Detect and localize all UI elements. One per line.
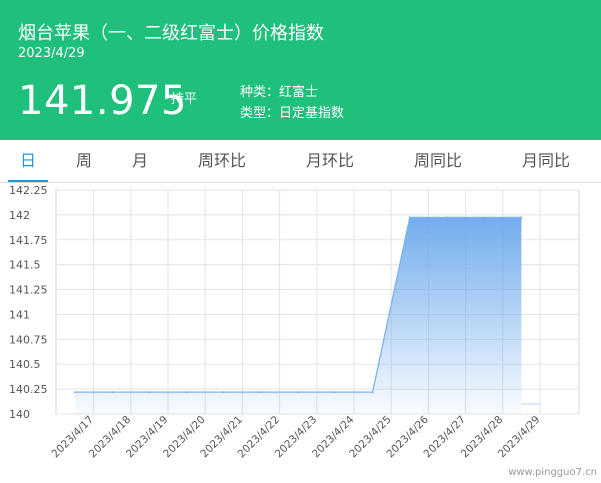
tab-week[interactable]: 周 <box>66 140 102 180</box>
tab-month-yoy[interactable]: 月同比 <box>514 140 578 180</box>
y-tick-label: 142.25 <box>9 184 48 197</box>
tab-week-yoy[interactable]: 周同比 <box>406 140 470 180</box>
data-point-10 <box>408 216 411 219</box>
data-point-5 <box>222 391 225 394</box>
tab-month-ring[interactable]: 月环比 <box>298 140 362 180</box>
price-value: 141.975 <box>18 78 187 124</box>
y-tick-label: 141.5 <box>9 259 41 272</box>
watermark: www.pingguo7.cn <box>508 467 597 478</box>
data-point-7 <box>297 391 300 394</box>
data-point-8 <box>334 391 337 394</box>
data-point-2 <box>111 391 114 394</box>
y-tick-label: 140.5 <box>9 358 41 371</box>
y-tick-label: 141.75 <box>9 234 48 247</box>
y-tick-label: 140.75 <box>9 333 48 346</box>
trend-label: 持平 <box>171 92 198 107</box>
page-title: 烟台苹果（一、二级红富士）价格指数 <box>18 23 324 44</box>
data-point-9 <box>371 391 374 394</box>
tab-day[interactable]: 日 <box>8 140 48 182</box>
type-label: 类型：日定基指数 <box>240 106 345 121</box>
data-point-13 <box>520 216 523 219</box>
price-index-chart: 140 140.25 140.5 140.75 141 141.25 141.5 141.75… <box>9 184 580 460</box>
y-tick-label: 141 <box>9 308 30 321</box>
y-tick-label: 140.25 <box>9 383 48 396</box>
tab-week-ring[interactable]: 周环比 <box>190 140 254 180</box>
data-point-12 <box>483 216 486 219</box>
category-label: 种类：红富士 <box>240 85 319 100</box>
period-tabs: 日 周 月 周环比 月环比 周同比 月同比 <box>0 140 601 183</box>
data-point-1 <box>74 391 76 394</box>
data-point-11 <box>446 216 448 219</box>
data-point-4 <box>185 391 188 394</box>
data-point-3 <box>148 391 151 394</box>
data-point-6 <box>260 391 262 394</box>
series-area <box>75 217 522 414</box>
y-tick-label: 140 <box>9 408 30 421</box>
header: 烟台苹果（一、二级红富士）价格指数 2023/4/29 141.975 持平 种… <box>0 0 601 140</box>
y-tick-label: 141.25 <box>9 284 48 297</box>
y-tick-label: 142 <box>9 209 30 222</box>
date-label: 2023/4/29 <box>18 46 85 61</box>
tab-month[interactable]: 月 <box>122 140 158 180</box>
